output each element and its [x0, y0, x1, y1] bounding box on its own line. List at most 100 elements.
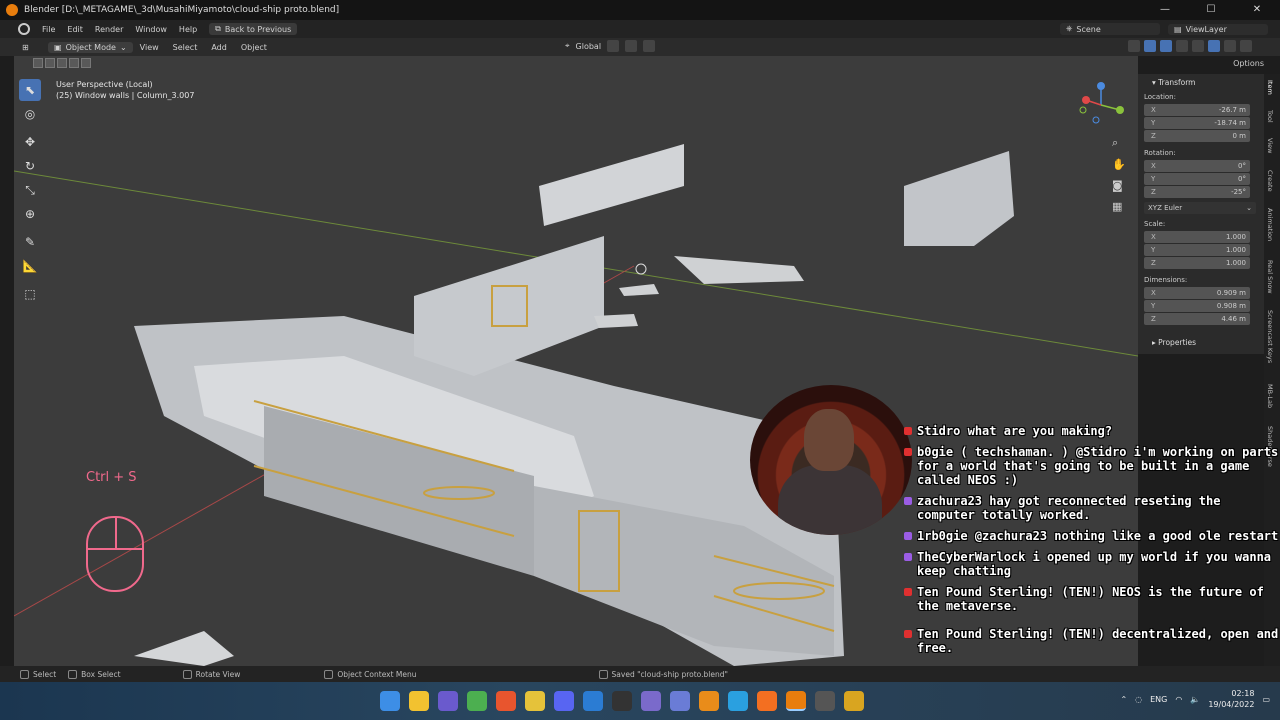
menu-view[interactable]: View: [133, 43, 166, 52]
move-tool-icon[interactable]: ✥: [19, 131, 41, 153]
app-icon[interactable]: [815, 691, 835, 711]
app-icon[interactable]: [670, 691, 690, 711]
location-z-field[interactable]: Z 0 m: [1144, 130, 1250, 142]
location-y-value: -18.74 m: [1214, 119, 1246, 127]
rotation-z-field[interactable]: Z -25°: [1144, 186, 1250, 198]
annotate-tool-icon[interactable]: ✎: [19, 231, 41, 253]
app-icon[interactable]: [525, 691, 545, 711]
blender-taskbar-icon[interactable]: [786, 691, 806, 711]
overlay-toggle-icon[interactable]: [1160, 40, 1172, 52]
vscode-icon[interactable]: [583, 691, 603, 711]
rotate-tool-icon[interactable]: ↻: [19, 155, 41, 177]
tab-create[interactable]: Create: [1266, 170, 1274, 192]
proportional-edit-icon[interactable]: [643, 40, 656, 52]
menu-add[interactable]: Add: [204, 43, 234, 52]
viewlayer-selector[interactable]: ▤ ViewLayer: [1168, 23, 1268, 35]
vlc-icon[interactable]: [699, 691, 719, 711]
select-extend-icon[interactable]: [45, 58, 55, 68]
terminal-icon[interactable]: [612, 691, 632, 711]
tab-tool[interactable]: Tool: [1266, 110, 1274, 123]
dimensions-x-field[interactable]: X 0.909 m: [1144, 287, 1250, 299]
xray-icon[interactable]: [1176, 40, 1188, 52]
close-button[interactable]: ✕: [1234, 0, 1280, 20]
chevron-up-icon[interactable]: ⌃: [1120, 695, 1127, 704]
transform-orientation-dropdown[interactable]: Global: [576, 42, 602, 51]
brave-icon[interactable]: [496, 691, 516, 711]
clock[interactable]: 02:18 19/04/2022: [1208, 688, 1254, 710]
select-tool-icon[interactable]: ⬉: [19, 79, 41, 101]
wifi-icon[interactable]: ◠: [1175, 695, 1182, 704]
file-explorer-icon[interactable]: [409, 691, 429, 711]
snap-icon[interactable]: [625, 40, 638, 52]
minimize-button[interactable]: —: [1142, 0, 1188, 20]
rotation-x-field[interactable]: X 0°: [1144, 160, 1250, 172]
select-new-icon[interactable]: [33, 58, 43, 68]
rotation-y-field[interactable]: Y 0°: [1144, 173, 1250, 185]
camera-icon[interactable]: ◙: [1112, 179, 1126, 192]
tab-real-snow[interactable]: Real Snow: [1266, 260, 1274, 294]
menu-render[interactable]: Render: [89, 25, 129, 34]
app-icon[interactable]: [641, 691, 661, 711]
scene-selector[interactable]: ⎈ Scene: [1060, 23, 1160, 35]
windows-start-icon[interactable]: [380, 691, 400, 711]
location-x-field[interactable]: X -26.7 m: [1144, 104, 1250, 116]
tab-animation[interactable]: Animation: [1266, 208, 1274, 241]
pivot-icon[interactable]: [607, 40, 620, 52]
search-app-icon[interactable]: [757, 691, 777, 711]
measure-tool-icon[interactable]: 📐: [19, 255, 41, 277]
dimensions-y-field[interactable]: Y 0.908 m: [1144, 300, 1250, 312]
network-icon[interactable]: ◌: [1135, 695, 1142, 704]
properties-section-header[interactable]: ▸ Properties: [1138, 326, 1264, 347]
teams-icon[interactable]: [438, 691, 458, 711]
back-to-previous-button[interactable]: ⧉ Back to Previous: [209, 23, 298, 35]
menu-file[interactable]: File: [36, 25, 61, 34]
status-bar: Select Box Select Rotate View Object Con…: [0, 666, 1280, 682]
menu-object[interactable]: Object: [234, 43, 274, 52]
menu-edit[interactable]: Edit: [61, 25, 89, 34]
location-y-field[interactable]: Y -18.74 m: [1144, 117, 1250, 129]
options-dropdown[interactable]: Options: [1233, 59, 1264, 68]
select-subtract-icon[interactable]: [57, 58, 67, 68]
dimensions-z-field[interactable]: Z 4.46 m: [1144, 313, 1250, 325]
scale-y-field[interactable]: Y 1.000: [1144, 244, 1250, 256]
navigation-gizmo[interactable]: [1076, 80, 1126, 130]
menu-help[interactable]: Help: [173, 25, 203, 34]
menu-window[interactable]: Window: [129, 25, 173, 34]
shading-material-icon[interactable]: [1224, 40, 1236, 52]
chrome-icon[interactable]: [467, 691, 487, 711]
rotation-mode-dropdown[interactable]: XYZ Euler ⌄: [1144, 202, 1256, 214]
scale-x-field[interactable]: X 1.000: [1144, 231, 1250, 243]
notification-icon[interactable]: ▭: [1262, 695, 1270, 704]
select-invert-icon[interactable]: [69, 58, 79, 68]
select-intersect-icon[interactable]: [81, 58, 91, 68]
scale-z-field[interactable]: Z 1.000: [1144, 257, 1250, 269]
visibility-icon[interactable]: [1128, 40, 1140, 52]
shading-solid-icon[interactable]: [1208, 40, 1220, 52]
scale-tool-icon[interactable]: ⤡: [19, 179, 41, 201]
volume-icon[interactable]: 🔈: [1190, 695, 1200, 704]
tab-screencast-keys[interactable]: Screencast Keys: [1266, 310, 1274, 363]
shading-rendered-icon[interactable]: [1240, 40, 1252, 52]
blender-menu-icon[interactable]: [18, 23, 30, 35]
zoom-icon[interactable]: ⌕: [1112, 136, 1126, 150]
language-indicator[interactable]: ENG: [1150, 695, 1167, 704]
chat-badge-icon: [904, 497, 912, 505]
discord-icon[interactable]: [554, 691, 574, 711]
cursor-tool-icon[interactable]: ◎: [19, 103, 41, 125]
add-cube-tool-icon[interactable]: ⬚: [19, 283, 41, 305]
gizmo-toggle-icon[interactable]: [1144, 40, 1156, 52]
object-mode-dropdown[interactable]: ▣ Object Mode ⌄: [48, 41, 133, 53]
grid-icon[interactable]: ▦: [1112, 200, 1126, 213]
menu-select[interactable]: Select: [166, 43, 205, 52]
tab-mb-lab[interactable]: MB-Lab: [1266, 384, 1274, 408]
app-icon[interactable]: [844, 691, 864, 711]
pan-hand-icon[interactable]: ✋: [1112, 158, 1126, 171]
maximize-button[interactable]: ☐: [1188, 0, 1234, 20]
transform-section-header[interactable]: ▾ Transform: [1138, 74, 1264, 87]
tab-item[interactable]: Item: [1266, 80, 1274, 95]
shading-wireframe-icon[interactable]: [1192, 40, 1204, 52]
tab-view[interactable]: View: [1266, 138, 1274, 153]
telegram-icon[interactable]: [728, 691, 748, 711]
transform-tool-icon[interactable]: ⊕: [19, 203, 41, 225]
editor-type-icon[interactable]: ⊞: [22, 43, 29, 52]
